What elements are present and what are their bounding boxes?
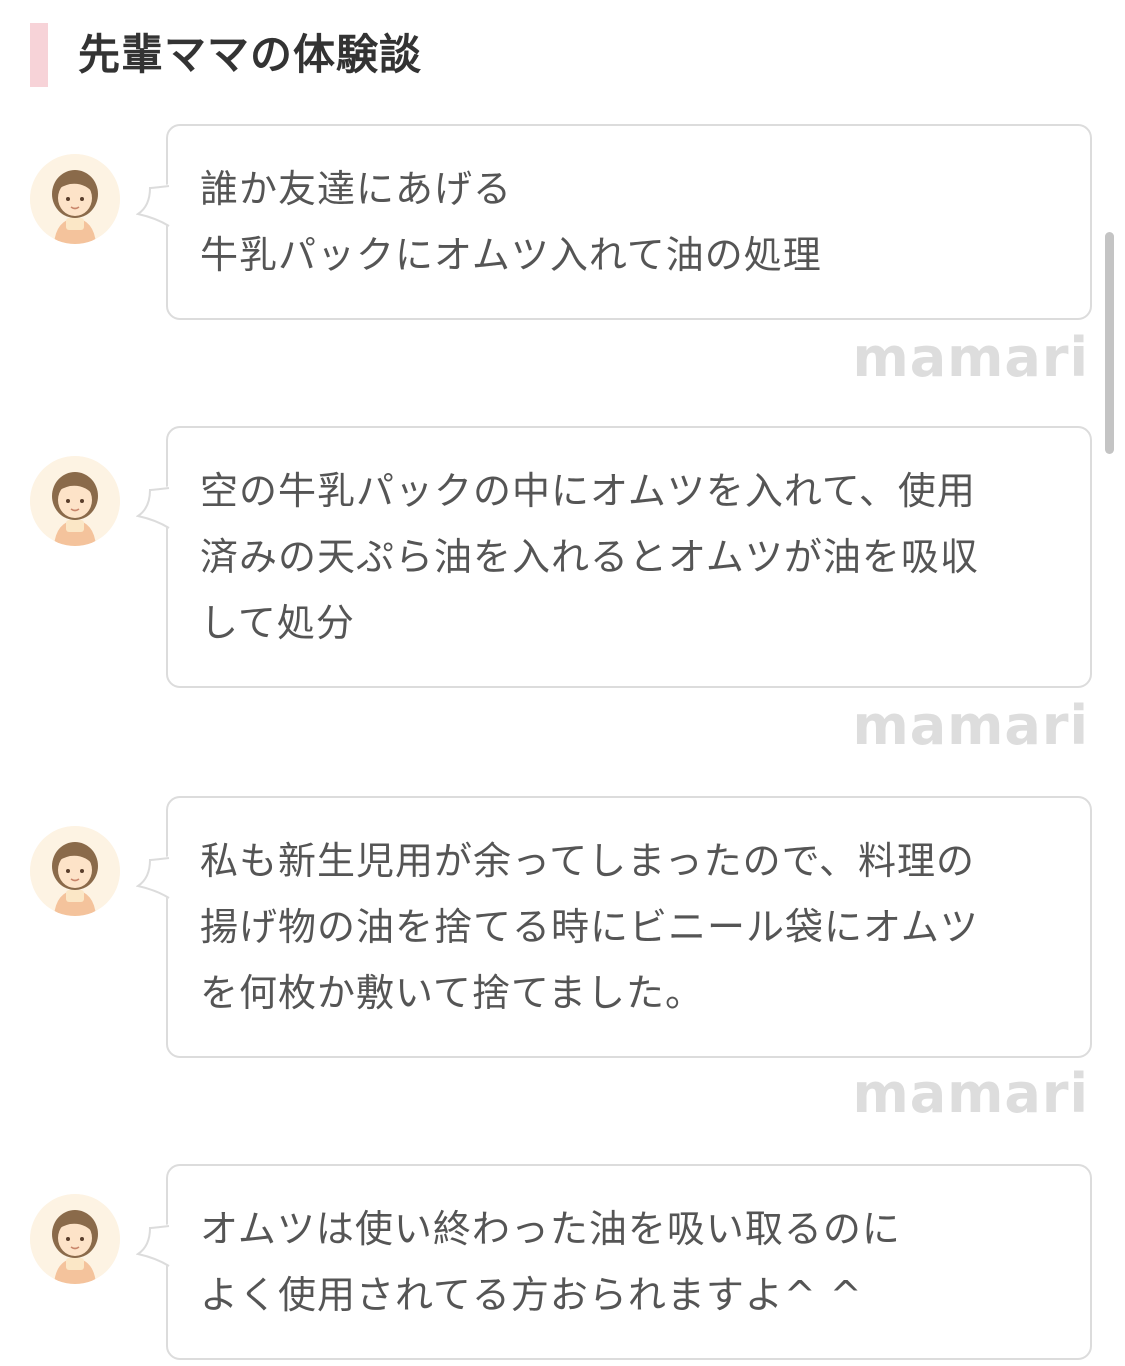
comment-text: 空の牛乳パックの中にオムツを入れて、使用 済みの天ぷら油を入れるとオムツが油を吸… [200, 469, 979, 645]
scrollbar[interactable] [1105, 232, 1114, 454]
comment-text: オムツは使い終わった油を吸い取るのに よく使用されてる方おられますよ^ ^ [200, 1207, 901, 1317]
mom-avatar-icon [30, 154, 120, 244]
bubble-tail [136, 184, 170, 228]
comment-bubble: 空の牛乳パックの中にオムツを入れて、使用 済みの天ぷら油を入れるとオムツが油を吸… [136, 426, 1092, 688]
bubble-tail [136, 1224, 170, 1268]
header-accent-bar [30, 23, 48, 87]
mamari-watermark: mamari [852, 1062, 1089, 1125]
section-header: 先輩ママの体験談 [30, 22, 422, 88]
comment-bubble: 誰か友達にあげる 牛乳パックにオムツ入れて油の処理 [136, 124, 1092, 320]
bubble-tail [136, 856, 170, 900]
bubble-tail [136, 486, 170, 530]
mom-avatar-icon [30, 826, 120, 916]
mom-avatar-icon [30, 456, 120, 546]
comment-bubble: オムツは使い終わった油を吸い取るのに よく使用されてる方おられますよ^ ^ [136, 1164, 1092, 1360]
mom-avatar-icon [30, 1194, 120, 1284]
section-title: 先輩ママの体験談 [78, 30, 423, 79]
comment-bubble: 私も新生児用が余ってしまったので、料理の 揚げ物の油を捨てる時にビニール袋にオム… [136, 796, 1092, 1058]
mamari-watermark: mamari [852, 694, 1089, 757]
comment-text: 誰か友達にあげる 牛乳パックにオムツ入れて油の処理 [200, 167, 822, 277]
comment-text: 私も新生児用が余ってしまったので、料理の 揚げ物の油を捨てる時にビニール袋にオム… [200, 839, 979, 1015]
mamari-watermark: mamari [852, 326, 1089, 389]
